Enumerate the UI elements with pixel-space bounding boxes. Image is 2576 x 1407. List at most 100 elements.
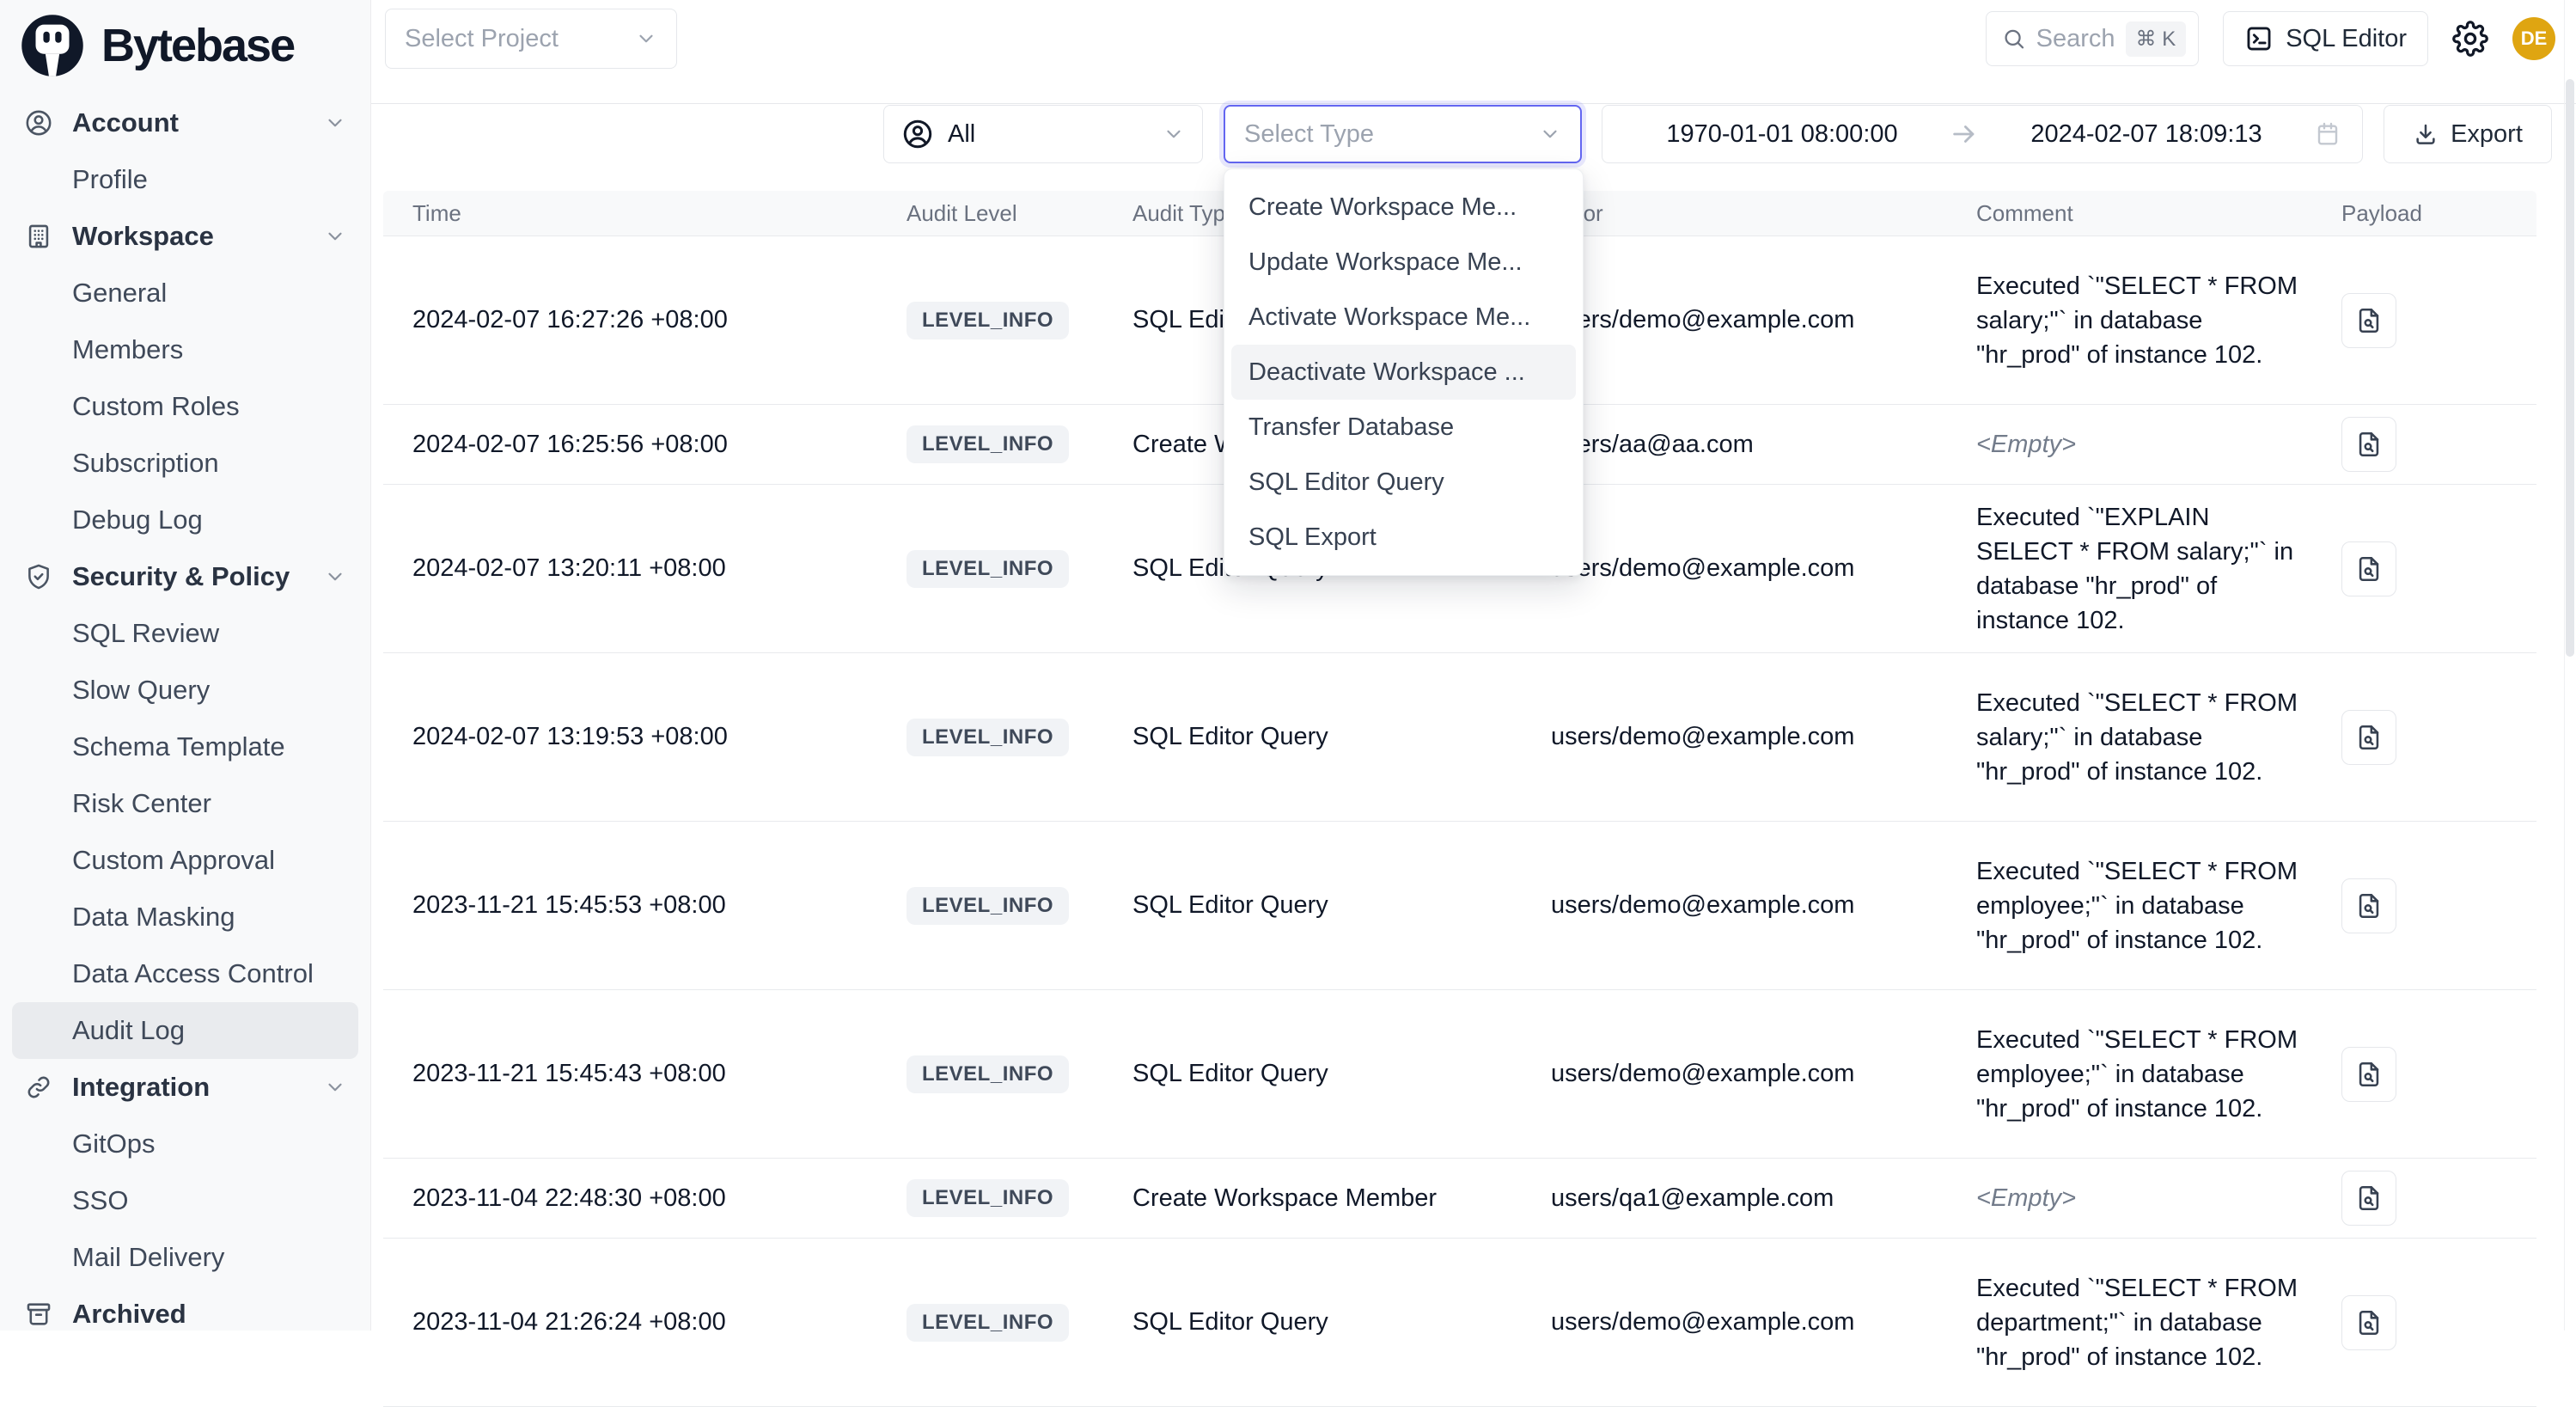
view-payload-button[interactable] <box>2341 710 2396 765</box>
link-icon <box>24 1073 53 1102</box>
cell-audit-type: Create Workspace Member <box>1132 1184 1551 1213</box>
table-row: 2023-11-04 21:26:24 +08:00 LEVEL_INFO SQ… <box>383 1239 2536 1407</box>
scrollbar-thumb[interactable] <box>2566 79 2574 657</box>
view-payload-button[interactable] <box>2341 541 2396 596</box>
cell-comment: <Empty> <box>1976 427 2320 462</box>
sidebar-item-custom-roles[interactable]: Custom Roles <box>12 378 358 435</box>
terminal-icon <box>2244 24 2274 53</box>
sidebar-item-general[interactable]: General <box>12 265 358 321</box>
sidebar-item-mail-delivery[interactable]: Mail Delivery <box>12 1229 358 1286</box>
menu-item-create-workspace-member[interactable]: Create Workspace Me... <box>1224 180 1583 235</box>
view-payload-button[interactable] <box>2341 1171 2396 1226</box>
chevron-down-icon <box>324 225 346 248</box>
date-to-value[interactable]: 2024-02-07 18:09:13 <box>1987 120 2305 149</box>
audit-level-badge: LEVEL_INFO <box>906 550 1069 588</box>
cell-comment: <Empty> <box>1976 1181 2320 1215</box>
menu-item-sql-editor-query[interactable]: SQL Editor Query <box>1224 455 1583 510</box>
view-payload-button[interactable] <box>2341 417 2396 472</box>
cell-audit-type: SQL Editor Query <box>1132 723 1551 751</box>
cell-audit-type: SQL Editor Query <box>1132 1060 1551 1088</box>
sidebar-item-workspace[interactable]: Workspace <box>12 208 358 265</box>
type-filter-select[interactable]: Select Type <box>1224 105 1582 163</box>
search-input[interactable]: Search ⌘ K <box>1986 11 2199 66</box>
sidebar-item-debug-log[interactable]: Debug Log <box>12 492 358 548</box>
audit-level-badge: LEVEL_INFO <box>906 425 1069 463</box>
sidebar-item-security-policy[interactable]: Security & Policy <box>12 548 358 605</box>
search-icon <box>2002 26 2025 52</box>
project-select[interactable]: Select Project <box>385 9 677 69</box>
file-search-icon <box>2354 1184 2384 1213</box>
cell-comment: Executed `"SELECT * FROM salary;"` in da… <box>1976 269 2320 372</box>
audit-level-badge: LEVEL_INFO <box>906 887 1069 925</box>
archive-box-icon <box>24 1300 53 1329</box>
chevron-down-icon <box>635 28 657 50</box>
date-range-picker[interactable]: 1970-01-01 08:00:00 2024-02-07 18:09:13 <box>1602 105 2363 163</box>
export-button[interactable]: Export <box>2384 105 2552 163</box>
chevron-down-icon <box>324 112 346 134</box>
file-search-icon <box>2354 723 2384 752</box>
shield-check-icon <box>24 562 53 591</box>
sidebar-item-subscription[interactable]: Subscription <box>12 435 358 492</box>
sidebar-item-data-access-control[interactable]: Data Access Control <box>12 945 358 1002</box>
view-payload-button[interactable] <box>2341 1295 2396 1350</box>
view-payload-button[interactable] <box>2341 293 2396 348</box>
sidebar-item-profile[interactable]: Profile <box>12 151 358 208</box>
view-payload-button[interactable] <box>2341 878 2396 933</box>
sidebar-item-members[interactable]: Members <box>12 321 358 378</box>
calendar-icon <box>2314 120 2341 148</box>
brand-name: Bytebase <box>101 19 294 72</box>
menu-item-update-workspace-member[interactable]: Update Workspace Me... <box>1224 235 1583 290</box>
sidebar-item-data-masking[interactable]: Data Masking <box>12 889 358 945</box>
cell-comment: Executed `"SELECT * FROM salary;"` in da… <box>1976 686 2320 789</box>
user-avatar[interactable]: DE <box>2512 17 2555 60</box>
cell-time: 2024-02-07 13:19:53 +08:00 <box>412 723 906 751</box>
column-header-comment: Comment <box>1976 200 2341 227</box>
type-filter-menu: Create Workspace Me... Update Workspace … <box>1224 168 1584 576</box>
sidebar-item-account[interactable]: Account <box>12 95 358 151</box>
file-search-icon <box>2354 891 2384 921</box>
cell-actor: users/demo@example.com <box>1551 1308 1976 1337</box>
view-payload-button[interactable] <box>2341 1047 2396 1102</box>
sidebar-item-gitops[interactable]: GitOps <box>12 1116 358 1172</box>
sidebar-item-integration[interactable]: Integration <box>12 1059 358 1116</box>
menu-item-activate-workspace-member[interactable]: Activate Workspace Me... <box>1224 290 1583 345</box>
cell-comment: Executed `"SELECT * FROM employee;"` in … <box>1976 1023 2320 1126</box>
sidebar-item-audit-log[interactable]: Audit Log <box>12 1002 358 1059</box>
cell-time: 2024-02-07 16:25:56 +08:00 <box>412 431 906 459</box>
table-row: 2023-11-04 22:48:30 +08:00 LEVEL_INFO Cr… <box>383 1159 2536 1239</box>
top-bar: Select Project Search ⌘ K SQL Editor DE <box>371 0 2576 104</box>
file-search-icon <box>2354 554 2384 584</box>
search-placeholder: Search <box>2036 25 2115 53</box>
sidebar-item-risk-center[interactable]: Risk Center <box>12 775 358 832</box>
cell-time: 2023-11-21 15:45:43 +08:00 <box>412 1060 906 1088</box>
sidebar-nav: Account Profile Workspace General Member… <box>0 84 370 1343</box>
sql-editor-button[interactable]: SQL Editor <box>2223 11 2428 66</box>
sidebar-item-sso[interactable]: SSO <box>12 1172 358 1229</box>
chevron-down-icon <box>1539 123 1561 145</box>
chevron-down-icon <box>324 566 346 588</box>
cell-audit-type: SQL Editor Query <box>1132 1308 1551 1337</box>
user-circle-icon <box>901 118 934 150</box>
sidebar-item-sql-review[interactable]: SQL Review <box>12 605 358 662</box>
audit-level-badge: LEVEL_INFO <box>906 1179 1069 1217</box>
menu-item-sql-export[interactable]: SQL Export <box>1224 510 1583 565</box>
sidebar-item-custom-approval[interactable]: Custom Approval <box>12 832 358 889</box>
menu-item-transfer-database[interactable]: Transfer Database <box>1224 400 1583 455</box>
actor-filter-select[interactable]: All <box>883 105 1203 163</box>
type-filter-placeholder: Select Type <box>1244 120 1539 149</box>
menu-item-deactivate-workspace-member[interactable]: Deactivate Workspace ... <box>1231 345 1576 400</box>
file-search-icon <box>2354 1060 2384 1089</box>
settings-gear-icon[interactable] <box>2452 21 2488 57</box>
sidebar-item-schema-template[interactable]: Schema Template <box>12 719 358 775</box>
date-from-value[interactable]: 1970-01-01 08:00:00 <box>1623 120 1941 149</box>
sidebar-item-archived[interactable]: Archived <box>12 1286 358 1343</box>
user-circle-icon <box>24 108 53 138</box>
cell-comment: Executed `"SELECT * FROM employee;"` in … <box>1976 854 2320 957</box>
building-icon <box>24 222 53 251</box>
bytebase-logo[interactable]: Bytebase <box>0 0 370 84</box>
vertical-scrollbar[interactable] <box>2564 0 2576 1331</box>
cell-time: 2023-11-04 22:48:30 +08:00 <box>412 1184 906 1213</box>
sidebar-item-slow-query[interactable]: Slow Query <box>12 662 358 719</box>
download-icon <box>2413 121 2439 147</box>
cell-actor: users/demo@example.com <box>1551 554 1976 583</box>
